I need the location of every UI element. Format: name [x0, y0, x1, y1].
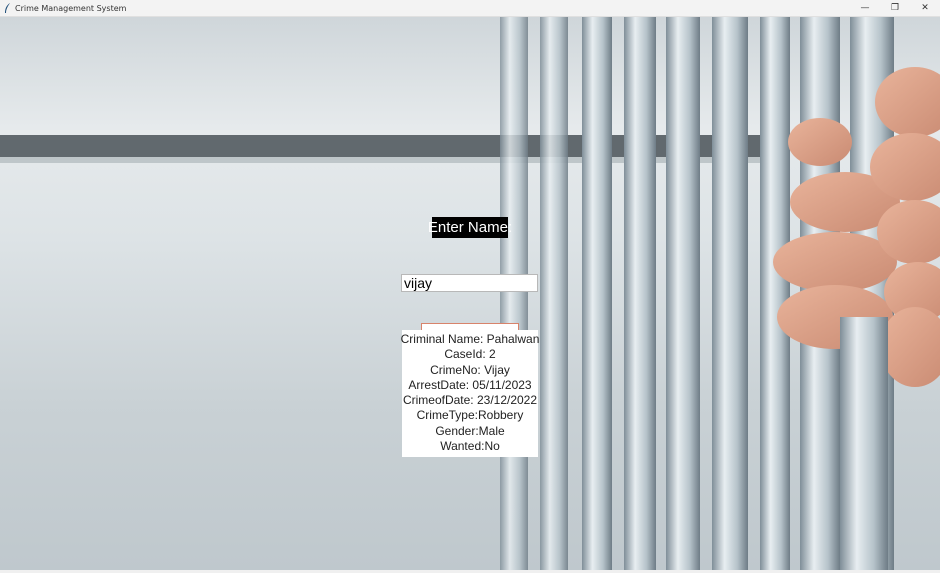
- feather-icon: [5, 2, 10, 13]
- background-canvas: Enter Name: Criminal Name: Pahalwan Case…: [0, 17, 940, 570]
- minimize-button[interactable]: —: [850, 0, 880, 16]
- close-button[interactable]: ✕: [910, 0, 940, 16]
- wanted-line: Wanted:No: [440, 439, 500, 454]
- case-id-line: CaseId: 2: [444, 347, 496, 362]
- window-title: Crime Management System: [15, 3, 127, 13]
- enter-name-label: Enter Name:: [427, 217, 513, 238]
- jail-bars-background-image: [0, 17, 940, 570]
- crime-type-line: CrimeType:Robbery: [416, 408, 524, 423]
- criminal-details-panel: Criminal Name: Pahalwan CaseId: 2 CrimeN…: [400, 330, 540, 457]
- arrest-date-line: ArrestDate: 05/11/2023: [408, 377, 532, 392]
- crime-no-line: CrimeNo: Vijay: [430, 362, 510, 377]
- gender-line: Gender:Male: [435, 423, 505, 438]
- window-controls: — ❐ ✕: [850, 0, 940, 16]
- crime-date-line: CrimeofDate: 23/12/2022: [402, 393, 538, 408]
- title-bar: Crime Management System — ❐ ✕: [0, 0, 940, 17]
- criminal-name-line: Criminal Name: Pahalwan: [400, 332, 540, 346]
- name-input[interactable]: [401, 274, 538, 292]
- maximize-button[interactable]: ❐: [880, 0, 910, 16]
